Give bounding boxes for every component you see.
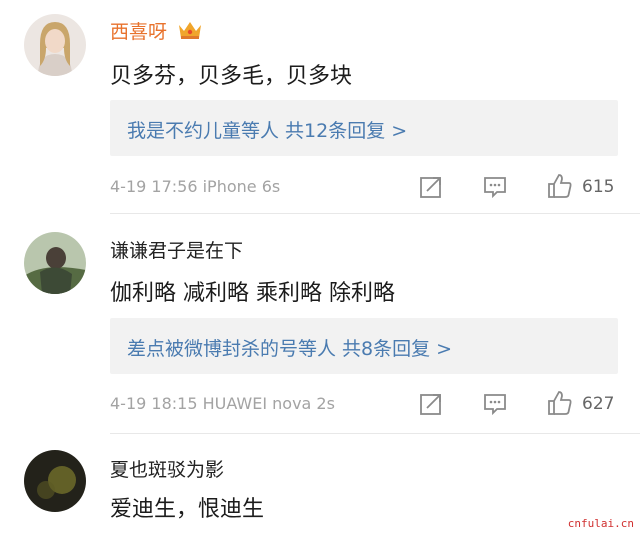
comment-text: 伽利略 减利略 乘利略 除利略 <box>110 281 395 306</box>
like-icon[interactable] <box>546 172 574 200</box>
avatar[interactable] <box>24 232 86 294</box>
reply-summary[interactable]: 差点被微博封杀的号等人 共8条回复 > <box>110 318 618 374</box>
reply-summary-link[interactable]: 差点被微博封杀的号等人 共8条回复 > <box>127 334 452 361</box>
reply-summary-link[interactable]: 我是不约儿童等人 共12条回复 > <box>127 116 407 143</box>
username[interactable]: 西喜呀 <box>110 17 203 46</box>
username[interactable]: 谦谦君子是在下 <box>110 236 243 263</box>
avatar[interactable] <box>24 450 86 512</box>
comment-icon[interactable] <box>482 391 508 417</box>
share-icon[interactable] <box>418 174 444 200</box>
reply-summary[interactable]: 我是不约儿童等人 共12条回复 > <box>110 100 618 156</box>
like-icon[interactable] <box>546 389 574 417</box>
comment-meta: 4-19 17:56 iPhone 6s <box>110 177 281 196</box>
comment-item: 谦谦君子是在下 伽利略 减利略 乘利略 除利略 差点被微博封杀的号等人 共8条回… <box>0 214 640 434</box>
comment-meta: 4-19 18:15 HUAWEI nova 2s <box>110 394 335 413</box>
avatar[interactable] <box>24 14 86 76</box>
comment-item: 西喜呀 贝多芬，贝多毛，贝多块 我是不约儿童等人 共12条回复 > 4-19 1… <box>0 0 640 214</box>
crown-icon <box>177 19 203 46</box>
comment-item: 夏也斑驳为影 爱迪生，恨迪生 <box>0 434 640 534</box>
username[interactable]: 夏也斑驳为影 <box>110 455 224 482</box>
comment-text: 爱迪生，恨迪生 <box>110 497 265 522</box>
like-count: 615 <box>582 177 615 197</box>
watermark: cnfulai.cn <box>567 517 634 530</box>
like-count: 627 <box>582 394 615 414</box>
share-icon[interactable] <box>418 391 444 417</box>
comment-text: 贝多芬，贝多毛，贝多块 <box>110 64 353 89</box>
comment-icon[interactable] <box>482 174 508 200</box>
